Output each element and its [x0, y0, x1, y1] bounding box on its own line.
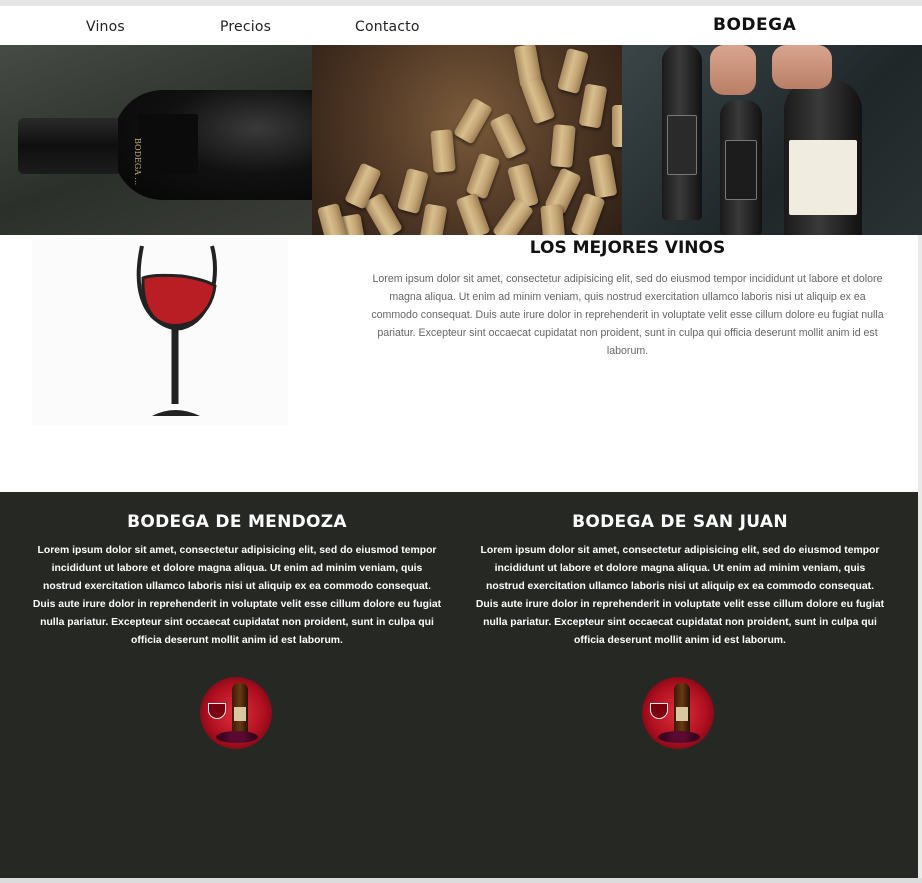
winery-title: BODEGA DE SAN JUAN [572, 512, 788, 532]
cork-shape [520, 77, 556, 125]
winery-text: Lorem ipsum dolor sit amet, consectetur … [32, 545, 442, 646]
cork-shape [430, 129, 456, 173]
winery-column-san-juan: BODEGA DE SAN JUAN Lorem ipsum dolor sit… [475, 512, 885, 650]
intro-title: LOS MEJORES VINOS [529, 238, 726, 258]
hero-gallery: BODEGA ... [0, 45, 922, 235]
hand-shape [772, 45, 832, 89]
cork-shape [578, 83, 608, 129]
bottom-border [0, 878, 922, 883]
cork-shape [452, 97, 494, 145]
nav-link-precios[interactable]: Precios [220, 19, 271, 35]
hand-shape [710, 45, 756, 95]
wine-thumbnail [642, 677, 714, 749]
hero-image-corks [312, 45, 622, 235]
top-navigation: Vinos Precios Contacto BODEGA [0, 6, 922, 45]
bottle-shape [662, 45, 702, 220]
bottle-shape [784, 80, 862, 235]
wine-glass-icon [136, 245, 217, 416]
nav-link-vinos[interactable]: Vinos [86, 19, 125, 35]
bottle-label: BODEGA ... [133, 138, 142, 186]
nav-link-contacto[interactable]: Contacto [355, 19, 420, 35]
hero-image-bottle: BODEGA ... [0, 45, 312, 235]
hero-image-bottles [622, 45, 922, 235]
cork-shape [588, 153, 618, 199]
bottle-shape [720, 100, 762, 235]
wineries-section: BODEGA DE MENDOZA Lorem ipsum dolor sit … [0, 492, 918, 878]
cork-shape [489, 112, 527, 160]
cork-shape [418, 203, 448, 235]
cork-shape [455, 192, 491, 235]
winery-column-mendoza: BODEGA DE MENDOZA Lorem ipsum dolor sit … [32, 512, 442, 650]
wine-glass-image [32, 238, 288, 426]
brand-logo[interactable]: BODEGA [713, 15, 796, 35]
wine-thumbnail [200, 677, 272, 749]
intro-text: Lorem ipsum dolor sit amet, consectetur … [371, 273, 884, 357]
winery-text: Lorem ipsum dolor sit amet, consectetur … [475, 545, 885, 646]
cork-shape [540, 204, 566, 235]
cork-shape [465, 152, 501, 200]
bottle-illustration: BODEGA ... [18, 90, 312, 200]
cork-shape [612, 105, 622, 147]
cork-shape [550, 124, 576, 168]
winery-title: BODEGA DE MENDOZA [127, 512, 347, 532]
cork-shape [570, 192, 606, 235]
